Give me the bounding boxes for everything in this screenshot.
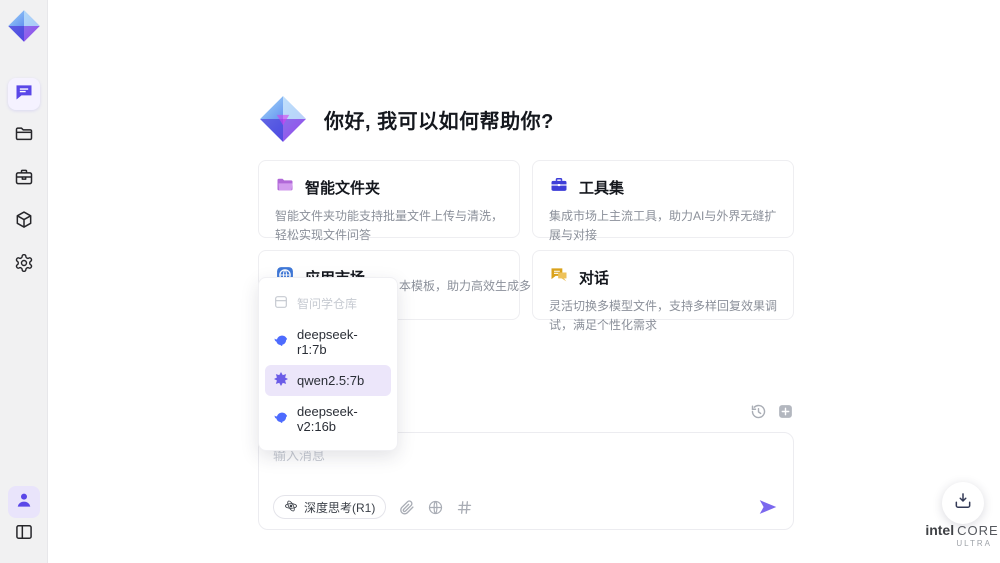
composer-toolbar: 深度思考(R1): [273, 495, 779, 519]
folder-icon: [14, 124, 34, 149]
card-description: 灵活切换多模型文件，支持多样回复效果调试，满足个性化需求: [549, 299, 778, 332]
model-option-label: deepseek-r1:7b: [297, 327, 358, 357]
core-wordmark: core: [957, 523, 999, 538]
card-title: 对话: [579, 270, 610, 287]
app-logo-icon: [6, 8, 42, 44]
intel-wordmark: intel: [925, 522, 955, 538]
briefcase-icon: [14, 167, 34, 192]
chat-bubble-icon: [14, 82, 34, 107]
model-option-deepseek-v2[interactable]: deepseek-v2:16b: [265, 398, 391, 440]
deep-think-label: 深度思考(R1): [304, 500, 376, 515]
sidebar-item-toolbox[interactable]: [8, 163, 40, 195]
download-icon: [953, 491, 973, 516]
deepseek-logo-icon: [273, 410, 289, 429]
send-icon[interactable]: [757, 496, 779, 518]
user-icon: [14, 490, 34, 515]
card-description-partial: 本模板，助力高效生成多: [399, 279, 532, 293]
sidebar-item-account[interactable]: [8, 486, 40, 518]
deepseek-logo-icon: [273, 333, 289, 352]
message-input[interactable]: [273, 445, 779, 485]
panel-icon: [14, 522, 34, 547]
card-description: 集成市场上主流工具，助力AI与外界无缝扩展与对接: [549, 209, 777, 242]
card-dialog[interactable]: 对话 灵活切换多模型文件，支持多样回复效果调试，满足个性化需求: [532, 250, 794, 332]
dialog-icon: [549, 265, 569, 290]
sidebar-item-chat[interactable]: [8, 78, 40, 110]
sidebar-item-models[interactable]: [8, 206, 40, 238]
grid-icon[interactable]: [456, 499, 473, 516]
model-option-deepseek-r1[interactable]: deepseek-r1:7b: [265, 321, 391, 363]
deep-think-toggle[interactable]: 深度思考(R1): [273, 495, 387, 519]
attachment-icon[interactable]: [398, 499, 415, 516]
model-option-label: deepseek-v2:16b: [297, 404, 358, 434]
card-title: 工具集: [579, 180, 625, 197]
greeting-header: 你好, 我可以如何帮助你?: [258, 94, 554, 144]
toolset-icon: [549, 175, 569, 200]
assistant-logo-icon: [258, 94, 308, 144]
cube-icon: [14, 210, 34, 235]
smart-folder-icon: [275, 175, 295, 200]
ultra-wordmark: ultra: [956, 539, 992, 548]
sidebar: [0, 0, 48, 563]
model-dropdown: 智问学仓库 deepseek-r1:7b qwen2.5:7b deepseek…: [258, 277, 398, 451]
model-option-qwen[interactable]: qwen2.5:7b: [265, 365, 391, 396]
atom-icon: [284, 499, 298, 516]
download-button[interactable]: [942, 482, 984, 524]
history-icon[interactable]: [750, 403, 767, 420]
model-dropdown-header-label: 智问学仓库: [297, 297, 358, 311]
sidebar-item-settings[interactable]: [8, 249, 40, 281]
gear-icon: [14, 253, 34, 278]
card-toolset[interactable]: 工具集 集成市场上主流工具，助力AI与外界无缝扩展与对接: [532, 160, 794, 242]
page-title: 你好, 我可以如何帮助你?: [324, 110, 554, 133]
sidebar-item-panel-toggle[interactable]: [8, 518, 40, 550]
app-window: 你好, 我可以如何帮助你? 智能文件夹 智能文件夹功能支持批量文件上传与清洗，轻…: [0, 0, 1000, 563]
card-description: 智能文件夹功能支持批量文件上传与清洗，轻松实现文件问答: [275, 209, 504, 242]
card-title: 智能文件夹: [305, 180, 381, 197]
repository-icon: [273, 294, 289, 313]
card-smart-folder[interactable]: 智能文件夹 智能文件夹功能支持批量文件上传与清洗，轻松实现文件问答: [258, 160, 520, 242]
model-dropdown-header: 智问学仓库: [265, 288, 391, 319]
qwen-logo-icon: [273, 371, 289, 390]
globe-icon[interactable]: [427, 499, 444, 516]
model-option-label: qwen2.5:7b: [297, 373, 365, 388]
intel-core-logo: intel core ultra: [925, 522, 999, 548]
new-chat-icon[interactable]: [777, 403, 794, 420]
sidebar-item-folders[interactable]: [8, 120, 40, 152]
